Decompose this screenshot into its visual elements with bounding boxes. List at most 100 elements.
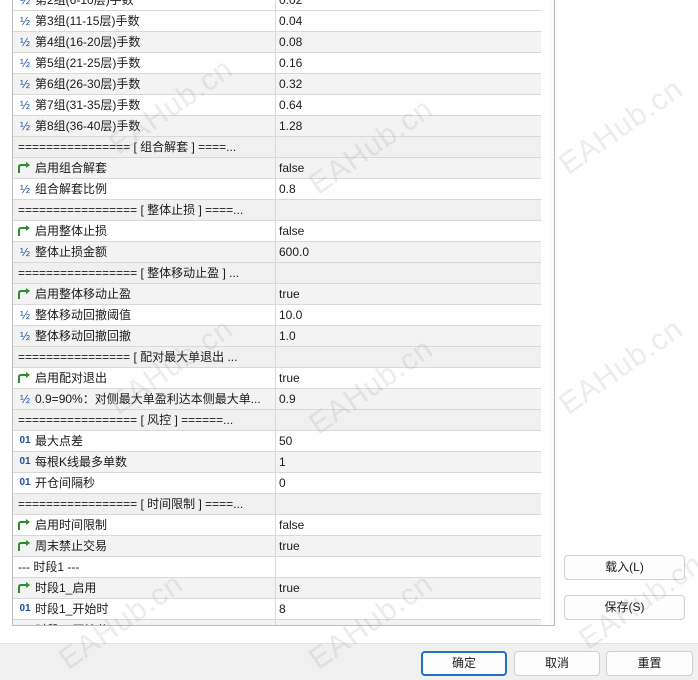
parameter-value-cell[interactable]: true: [276, 578, 541, 598]
parameter-value-cell[interactable]: [276, 200, 541, 220]
parameter-label: 第7组(31-35层)手数: [35, 98, 141, 112]
parameter-value-cell[interactable]: 1: [276, 452, 541, 472]
parameter-value[interactable]: 1.0: [279, 329, 296, 344]
parameter-value-cell[interactable]: 600.0: [276, 242, 541, 262]
fraction-icon: ½: [19, 329, 30, 343]
parameter-row[interactable]: 01 开仓间隔秒 0: [13, 473, 541, 494]
parameter-value-cell[interactable]: 0.8: [276, 179, 541, 199]
parameter-value-cell[interactable]: [276, 347, 541, 367]
parameter-value[interactable]: 8: [279, 602, 286, 617]
parameter-row[interactable]: ½ 组合解套比例 0.8: [13, 179, 541, 200]
parameter-value-cell[interactable]: [276, 557, 541, 577]
parameter-value-cell[interactable]: 0.02: [276, 0, 541, 10]
parameter-row[interactable]: 启用组合解套 false: [13, 158, 541, 179]
parameter-row[interactable]: ½ 整体移动回撤阈值 10.0: [13, 305, 541, 326]
parameter-value-cell[interactable]: 0.9: [276, 389, 541, 409]
parameter-value[interactable]: 0.8: [279, 182, 296, 197]
parameter-value-cell[interactable]: 1.0: [276, 326, 541, 346]
parameter-value[interactable]: 0.04: [279, 14, 302, 29]
parameter-value-cell[interactable]: 0.16: [276, 53, 541, 73]
section-separator-row[interactable]: ================= [ 整体止损 ] ====...: [13, 200, 541, 221]
parameter-value[interactable]: 0.32: [279, 77, 302, 92]
reset-button[interactable]: 重置: [606, 651, 693, 676]
integer-icon: 01: [17, 622, 33, 625]
cancel-button[interactable]: 取消: [514, 651, 600, 676]
parameter-value-cell[interactable]: true: [276, 284, 541, 304]
parameter-value[interactable]: 0: [279, 476, 286, 491]
parameter-row[interactable]: 01 最大点差 50: [13, 431, 541, 452]
parameter-value[interactable]: 10.0: [279, 308, 302, 323]
parameter-value-cell[interactable]: [276, 263, 541, 283]
parameter-value[interactable]: 0.02: [279, 0, 302, 8]
parameter-row[interactable]: ½ 0.9=90%：对侧最大单盈利达本侧最大单... 0.9: [13, 389, 541, 410]
parameter-value[interactable]: true: [279, 371, 300, 386]
parameter-row[interactable]: 启用整体止损 false: [13, 221, 541, 242]
parameter-name-cell: 01 时段1_开始时: [13, 599, 276, 619]
parameter-row[interactable]: ½ 第8组(36-40层)手数 1.28: [13, 116, 541, 137]
parameter-value[interactable]: false: [279, 518, 304, 533]
parameter-value[interactable]: false: [279, 224, 304, 239]
parameter-value-cell[interactable]: [276, 410, 541, 430]
parameter-row[interactable]: 01 时段1_开始时 8: [13, 599, 541, 620]
vertical-scrollbar[interactable]: [551, 0, 554, 625]
parameter-value-cell[interactable]: 0: [276, 473, 541, 493]
parameter-value-cell[interactable]: 0: [276, 620, 541, 625]
parameter-value-cell[interactable]: 50: [276, 431, 541, 451]
parameter-row[interactable]: ½ 第3组(11-15层)手数 0.04: [13, 11, 541, 32]
parameter-row[interactable]: 01 每根K线最多单数 1: [13, 452, 541, 473]
parameter-value[interactable]: true: [279, 539, 300, 554]
parameter-value[interactable]: 50: [279, 434, 292, 449]
parameter-value[interactable]: false: [279, 161, 304, 176]
parameter-row[interactable]: 01时段1_开始分0: [13, 620, 541, 625]
parameter-value-cell[interactable]: [276, 137, 541, 157]
save-button[interactable]: 保存(S): [564, 595, 685, 620]
parameter-value[interactable]: 0.16: [279, 56, 302, 71]
parameter-value-cell[interactable]: 8: [276, 599, 541, 619]
parameter-value-cell[interactable]: false: [276, 515, 541, 535]
section-separator-row[interactable]: ================= [ 风控 ] ======...: [13, 410, 541, 431]
parameter-name-cell: 周末禁止交易: [13, 536, 276, 556]
parameter-value-cell[interactable]: 0.04: [276, 11, 541, 31]
section-separator-row[interactable]: ================ [ 配对最大单退出 ...: [13, 347, 541, 368]
parameter-value-cell[interactable]: true: [276, 368, 541, 388]
parameter-row[interactable]: --- 时段1 ---: [13, 557, 541, 578]
parameter-row[interactable]: ½ 第7组(31-35层)手数 0.64: [13, 95, 541, 116]
section-separator-row[interactable]: ================ [ 组合解套 ] ====...: [13, 137, 541, 158]
parameter-value[interactable]: 1: [279, 455, 286, 470]
parameter-row[interactable]: 启用配对退出 true: [13, 368, 541, 389]
parameter-value[interactable]: 600.0: [279, 245, 309, 260]
parameter-value-cell[interactable]: 0.64: [276, 95, 541, 115]
parameter-name-cell: ½ 整体移动回撤阈值: [13, 305, 276, 325]
parameter-value-cell[interactable]: 0.08: [276, 32, 541, 52]
parameter-value-cell[interactable]: true: [276, 536, 541, 556]
watermark: EAHub.cn: [553, 312, 690, 422]
parameter-row[interactable]: 周末禁止交易 true: [13, 536, 541, 557]
parameter-value-cell[interactable]: false: [276, 221, 541, 241]
parameter-value-cell[interactable]: false: [276, 158, 541, 178]
section-separator-row[interactable]: ================= [ 整体移动止盈 ] ...: [13, 263, 541, 284]
section-separator-row[interactable]: ================= [ 时间限制 ] ====...: [13, 494, 541, 515]
parameter-row[interactable]: ½ 第2组(6-10层)手数 0.02: [13, 0, 541, 11]
parameter-value[interactable]: 1.28: [279, 119, 302, 134]
parameter-value[interactable]: 0.64: [279, 98, 302, 113]
ok-button[interactable]: 确定: [421, 651, 507, 676]
parameter-label: 整体移动回撤阈值: [35, 308, 132, 322]
parameter-value-cell[interactable]: [276, 494, 541, 514]
parameter-value[interactable]: 0: [279, 623, 286, 625]
parameter-row[interactable]: ½ 整体移动回撤回撤 1.0: [13, 326, 541, 347]
parameter-row[interactable]: ½ 第5组(21-25层)手数 0.16: [13, 53, 541, 74]
parameter-value[interactable]: true: [279, 287, 300, 302]
parameter-value-cell[interactable]: 1.28: [276, 116, 541, 136]
parameter-value[interactable]: true: [279, 581, 300, 596]
parameter-value[interactable]: 0.08: [279, 35, 302, 50]
parameter-row[interactable]: ½ 整体止损金额 600.0: [13, 242, 541, 263]
load-button[interactable]: 载入(L): [564, 555, 685, 580]
parameter-value[interactable]: 0.9: [279, 392, 296, 407]
parameter-row[interactable]: 启用整体移动止盈 true: [13, 284, 541, 305]
parameter-row[interactable]: 启用时间限制 false: [13, 515, 541, 536]
parameter-row[interactable]: ½ 第4组(16-20层)手数 0.08: [13, 32, 541, 53]
parameter-value-cell[interactable]: 0.32: [276, 74, 541, 94]
parameter-value-cell[interactable]: 10.0: [276, 305, 541, 325]
parameter-row[interactable]: ½ 第6组(26-30层)手数 0.32: [13, 74, 541, 95]
parameter-row[interactable]: 时段1_启用 true: [13, 578, 541, 599]
